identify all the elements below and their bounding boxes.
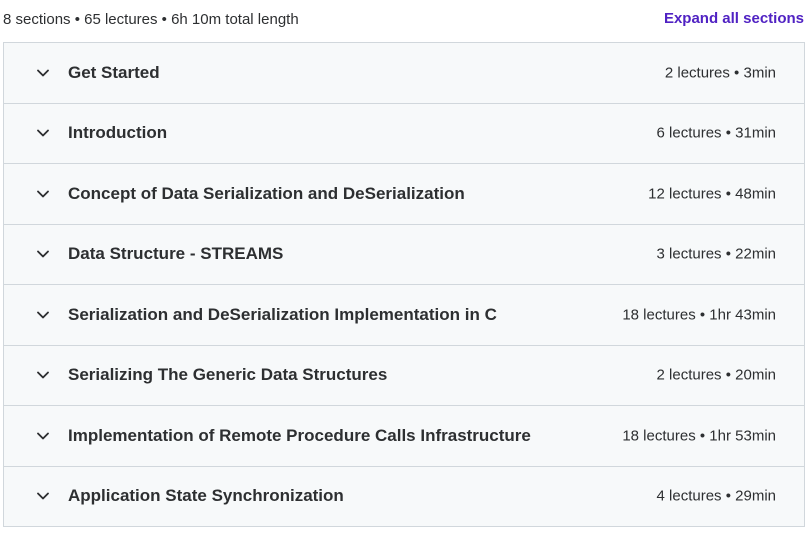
section-meta: 12 lectures • 48min <box>648 185 776 203</box>
section-row-concept-of-data-serialization[interactable]: Concept of Data Serialization and DeSeri… <box>4 164 804 225</box>
chevron-down-icon <box>36 187 50 201</box>
section-meta: 2 lectures • 20min <box>656 366 776 384</box>
chevron-down-icon <box>36 247 50 261</box>
section-row-introduction[interactable]: Introduction 6 lectures • 31min <box>4 103 804 164</box>
section-title: Serializing The Generic Data Structures <box>68 365 388 385</box>
section-meta: 18 lectures • 1hr 53min <box>622 427 776 445</box>
section-row-application-state-synchronization[interactable]: Application State Synchronization 4 lect… <box>4 466 804 526</box>
section-row-serialization-implementation-in-c[interactable]: Serialization and DeSerialization Implem… <box>4 285 804 346</box>
section-title: Concept of Data Serialization and DeSeri… <box>68 183 465 203</box>
chevron-down-icon <box>36 368 50 382</box>
section-title: Data Structure - STREAMS <box>68 244 284 264</box>
course-content-header: 8 sections • 65 lectures • 6h 10m total … <box>0 0 808 40</box>
curriculum-sections-list: Get Started 2 lectures • 3min Introducti… <box>3 42 805 527</box>
chevron-down-icon <box>36 126 50 140</box>
section-title: Application State Synchronization <box>68 486 344 506</box>
chevron-down-icon <box>36 429 50 443</box>
section-meta: 6 lectures • 31min <box>656 124 776 142</box>
section-meta: 4 lectures • 29min <box>656 487 776 505</box>
section-title: Introduction <box>68 123 168 143</box>
course-summary: 8 sections • 65 lectures • 6h 10m total … <box>3 11 299 28</box>
section-row-data-structure-streams[interactable]: Data Structure - STREAMS 3 lectures • 22… <box>4 224 804 285</box>
chevron-down-icon <box>36 66 50 80</box>
section-row-rpc-infrastructure[interactable]: Implementation of Remote Procedure Calls… <box>4 406 804 467</box>
chevron-down-icon <box>36 489 50 503</box>
section-row-serializing-generic-data-structures[interactable]: Serializing The Generic Data Structures … <box>4 345 804 406</box>
chevron-down-icon <box>36 308 50 322</box>
section-title: Implementation of Remote Procedure Calls… <box>68 425 531 445</box>
section-row-get-started[interactable]: Get Started 2 lectures • 3min <box>4 43 804 104</box>
expand-all-sections-button[interactable]: Expand all sections <box>664 10 804 27</box>
section-meta: 2 lectures • 3min <box>664 64 776 82</box>
section-title: Get Started <box>68 62 160 82</box>
section-title: Serialization and DeSerialization Implem… <box>68 304 497 324</box>
section-meta: 3 lectures • 22min <box>656 245 776 263</box>
section-meta: 18 lectures • 1hr 43min <box>622 306 776 324</box>
